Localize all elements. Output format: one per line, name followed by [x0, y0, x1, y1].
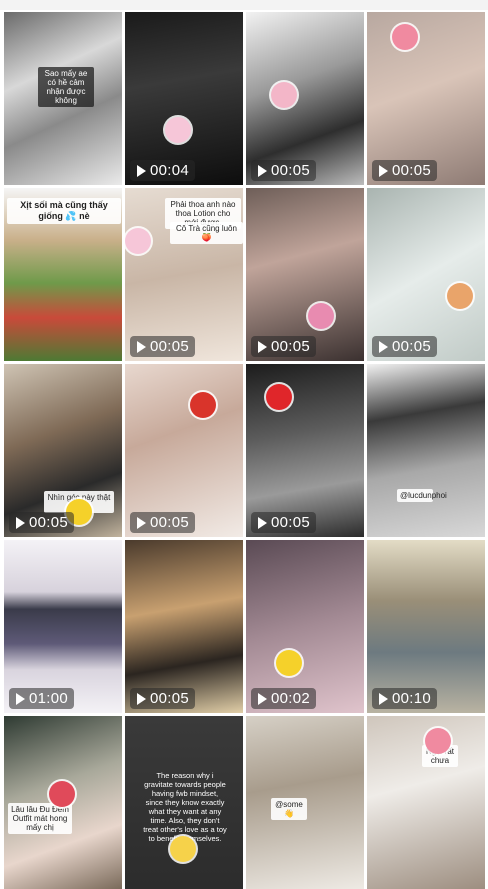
heart-sticker: [49, 781, 75, 807]
duck-sticker: [276, 650, 302, 676]
video-thumbnail[interactable]: 00:02: [246, 540, 364, 713]
top-bar: [0, 0, 488, 10]
duration-badge: 00:10: [372, 688, 438, 709]
duration-text: 00:04: [150, 162, 190, 179]
play-icon: [16, 516, 25, 529]
flower-sticker: [308, 303, 334, 329]
video-thumbnail[interactable]: 01:00: [4, 540, 122, 713]
play-icon: [258, 340, 267, 353]
video-grid: Sao mấy ae có hề cảm nhận được không 00:0…: [0, 10, 488, 889]
video-thumbnail[interactable]: 00:10: [367, 540, 485, 713]
video-thumbnail[interactable]: 00:05: [125, 540, 243, 713]
play-icon: [16, 692, 25, 705]
smile-sticker: [170, 836, 196, 862]
cartoon-sticker: [190, 392, 216, 418]
duration-badge: 00:05: [251, 512, 317, 533]
play-icon: [379, 164, 388, 177]
duration-badge: 00:05: [130, 512, 196, 533]
play-icon: [258, 692, 267, 705]
bear-sticker: [271, 82, 297, 108]
play-icon: [137, 164, 146, 177]
play-icon: [137, 516, 146, 529]
video-thumbnail[interactable]: Nhìn góc này thật thích00:05: [4, 364, 122, 537]
play-icon: [137, 340, 146, 353]
video-thumbnail[interactable]: Xịt sối mà cũng thấy giống 💦 nè: [4, 188, 122, 361]
video-thumbnail[interactable]: Ngại rất chưa: [367, 716, 485, 889]
video-thumbnail[interactable]: 00:05: [246, 12, 364, 185]
video-thumbnail[interactable]: 00:05: [125, 364, 243, 537]
video-thumbnail[interactable]: 00:05: [246, 364, 364, 537]
dog-sticker: [447, 283, 473, 309]
duration-text: 00:05: [392, 338, 432, 355]
emoji-sticker: [266, 384, 292, 410]
duration-text: 00:05: [150, 338, 190, 355]
video-thumbnail[interactable]: Sao mấy ae có hề cảm nhận được không: [4, 12, 122, 185]
duration-text: 00:02: [271, 690, 311, 707]
thumbnail-caption: Lâu lâu Đu Đêm Outfit mát hong mấy chị: [8, 803, 72, 834]
duration-text: 00:05: [150, 514, 190, 531]
duration-badge: 00:05: [130, 336, 196, 357]
thumbnail-caption: @lucdunphoi: [397, 489, 447, 502]
duration-text: 00:05: [150, 690, 190, 707]
duration-badge: 00:05: [372, 336, 438, 357]
thumbnail-caption: @some👋: [271, 798, 307, 820]
play-icon: [258, 164, 267, 177]
video-thumbnail[interactable]: 00:05: [246, 188, 364, 361]
video-thumbnail[interactable]: @lucdunphoi: [367, 364, 485, 537]
bunny-sticker: [165, 117, 191, 143]
play-icon: [258, 516, 267, 529]
duration-text: 00:05: [392, 162, 432, 179]
play-icon: [137, 692, 146, 705]
duration-badge: 00:05: [372, 160, 438, 181]
pig-sticker: [425, 728, 451, 754]
duration-badge: 00:05: [9, 512, 75, 533]
thumbnail-caption-secondary: Cô Trà cũng luôn🍑: [170, 222, 243, 244]
duration-text: 00:10: [392, 690, 432, 707]
duration-text: 01:00: [29, 690, 69, 707]
video-thumbnail[interactable]: Lâu lâu Đu Đêm Outfit mát hong mấy chị: [4, 716, 122, 889]
duration-badge: 00:05: [130, 688, 196, 709]
thumbnail-caption: Xịt sối mà cũng thấy giống 💦 nè: [7, 198, 121, 224]
duration-badge: 00:05: [251, 336, 317, 357]
pig-sticker: [392, 24, 418, 50]
play-icon: [379, 692, 388, 705]
video-thumbnail[interactable]: 00:05: [367, 188, 485, 361]
video-thumbnail[interactable]: Phải thoa anh nào thoa Lotion cho mới đư…: [125, 188, 243, 361]
duration-text: 00:05: [271, 514, 311, 531]
duration-badge: 01:00: [9, 688, 75, 709]
duration-badge: 00:04: [130, 160, 196, 181]
duration-text: 00:05: [29, 514, 69, 531]
thumbnail-caption: Sao mấy ae có hề cảm nhận được không: [38, 67, 94, 107]
duration-text: 00:05: [271, 338, 311, 355]
bunny-sticker: [125, 228, 151, 254]
video-thumbnail[interactable]: @some👋: [246, 716, 364, 889]
duration-badge: 00:05: [251, 160, 317, 181]
video-thumbnail[interactable]: 00:04: [125, 12, 243, 185]
duration-text: 00:05: [271, 162, 311, 179]
quote-text: The reason why i gravitate towards peopl…: [143, 771, 227, 843]
duration-badge: 00:02: [251, 688, 317, 709]
video-thumbnail[interactable]: The reason why i gravitate towards peopl…: [125, 716, 243, 889]
play-icon: [379, 340, 388, 353]
video-thumbnail[interactable]: 00:05: [367, 12, 485, 185]
